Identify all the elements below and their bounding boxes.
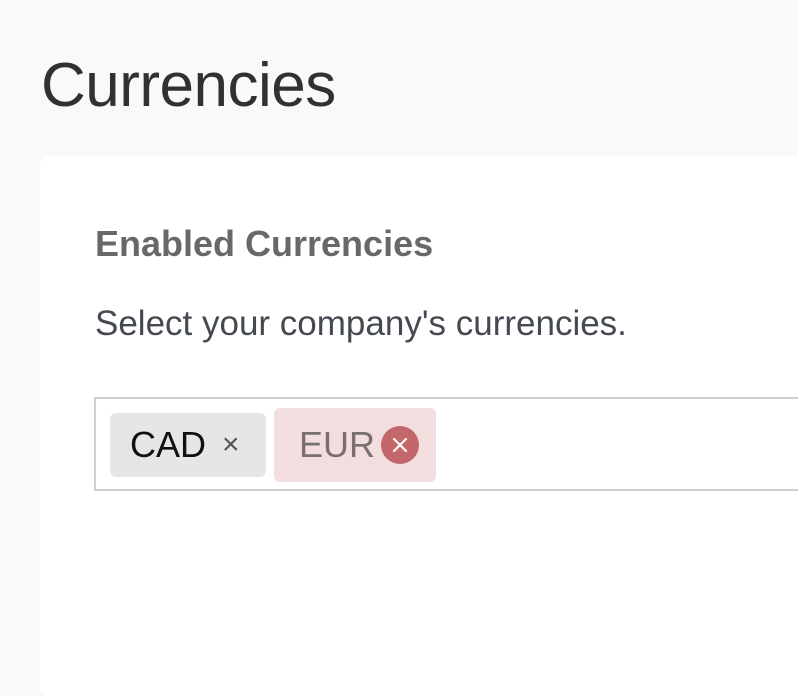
currency-tag-input[interactable]: CAD × EUR bbox=[94, 397, 798, 491]
section-description: Select your company's currencies. bbox=[95, 304, 627, 343]
section-title: Enabled Currencies bbox=[95, 223, 434, 264]
tag-label: EUR bbox=[299, 424, 376, 465]
close-circle-icon[interactable] bbox=[381, 426, 420, 464]
page-title: Currencies bbox=[41, 51, 336, 120]
currency-tag-eur: EUR bbox=[274, 408, 436, 482]
tag-label: CAD bbox=[130, 424, 207, 465]
remove-cad-icon[interactable]: × bbox=[222, 413, 240, 477]
currency-tag-cad: CAD × bbox=[110, 413, 266, 477]
currencies-card: Enabled Currencies Select your company's… bbox=[40, 156, 798, 696]
